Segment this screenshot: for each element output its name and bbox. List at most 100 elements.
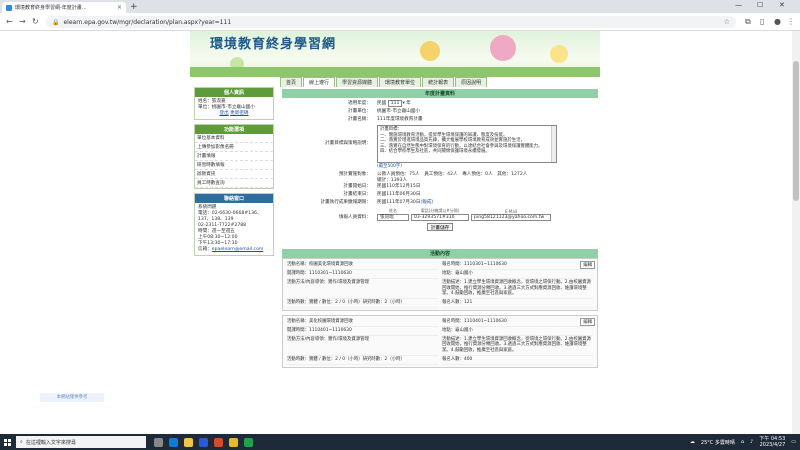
file-explorer-icon[interactable] (184, 437, 193, 447)
activities-header: 活動內容 (282, 249, 598, 258)
tab-reports[interactable]: 統計報表 (422, 77, 455, 87)
function-menu-box: 功能選項 單位基本資料 上傳參加影像名冊 計畫填報 研習時數填報 辦教資訊 員工… (194, 124, 274, 189)
taskbar-apps (154, 437, 253, 447)
menu-hours-report[interactable]: 研習時數填報 (195, 161, 273, 170)
deadline-label: 計畫執行成果繳報期限： (320, 200, 371, 205)
activity-card: 編輯 活動名稱：美化校園環境資源回收 報名時間：1110401~1110630 … (282, 314, 598, 368)
plan-name-value: 111年度環境教育計畫 (377, 117, 423, 122)
url-field[interactable]: 🔒 elearn.epa.gov.tw/mgr/declaration/plan… (46, 16, 736, 28)
task-view-icon[interactable] (154, 437, 163, 447)
tab-online[interactable]: 線上遵行 (303, 77, 336, 87)
forward-icon[interactable]: → (19, 17, 26, 26)
user-info-box: 個人資訊 姓名：張淑嘉 單位：桃園市-市立龜山國小 登出 更新密碼 (194, 87, 274, 120)
edge-icon[interactable] (169, 437, 178, 447)
close-window-icon[interactable]: ✕ (779, 1, 785, 9)
start-date-label: 計畫開始日： (343, 184, 371, 189)
year-select[interactable]: 111 (387, 100, 403, 107)
extensions-icon[interactable]: ⧉ (745, 17, 751, 27)
sidepanel-icon[interactable]: ▯ (760, 17, 764, 26)
expected-label: 預計實施對象： (338, 172, 371, 177)
activity-name: 活動名稱：美化校園環境資源回收 (287, 318, 438, 327)
save-plan-button[interactable]: 計畫儲存 (427, 223, 453, 231)
flower-decoration (550, 45, 568, 63)
flower-decoration (420, 41, 440, 61)
activity-desc: 活動描述：1.建立學生環境資源回收概念，從環境之環保行動。2.由校園資源回收開始… (442, 336, 593, 356)
notification-icon[interactable]: ▭ (791, 439, 796, 445)
start-button[interactable] (0, 434, 14, 450)
address-bar-row: ← → ↻ 🔒 elearn.epa.gov.tw/mgr/declaratio… (0, 13, 800, 31)
line-icon[interactable] (244, 437, 253, 447)
site-title: 環境教育終身學習網 (210, 37, 337, 52)
menu-upload-roster[interactable]: 上傳參加影像名冊 (195, 143, 273, 152)
activity-signup: 報名時間：1110301~1110630 (442, 261, 593, 270)
activity-period: 開課時間：1110401~1110630 (287, 327, 438, 336)
watermark-banner: 本網站僅供參考 (40, 393, 104, 402)
year-suffix: 年 (406, 101, 411, 106)
unit-value: 桃園市-市立龜山國小 (377, 109, 421, 114)
activity-place: 地點：龜山國小 (442, 270, 593, 279)
activity-desc: 活動描述：1.建立學生環境資源回收概念，從環境之環保行動。2.由校園資源回收開始… (442, 279, 593, 299)
contact-email-link[interactable]: epaelearn@email.com (212, 247, 264, 252)
volume-icon[interactable]: ♪ (750, 439, 753, 445)
word-icon[interactable] (199, 437, 208, 447)
weather-icon[interactable]: ☁ (690, 439, 695, 445)
taskbar-search-input[interactable]: ⌕ 在這裡輸入文字來搜尋 (16, 436, 146, 448)
contact-email-label: 信箱： (198, 247, 212, 252)
tab-explain[interactable]: 原因說明 (455, 77, 488, 87)
left-sidebar: 個人資訊 姓名：張淑嘉 單位：桃園市-市立龜山國小 登出 更新密碼 功能選項 單… (194, 87, 274, 260)
minimize-icon[interactable]: — (735, 1, 742, 9)
page-scrollbar[interactable] (792, 31, 800, 434)
menu-staff-hours[interactable]: 員工時數查詢 (195, 179, 273, 188)
plan-form-header: 年度計畫資料 (282, 89, 598, 98)
clock-date: 2023/4/27 (759, 442, 786, 448)
change-password-link[interactable]: 更新密碼 (230, 111, 248, 116)
profile-icon[interactable]: ● (774, 17, 781, 26)
reporter-phone-input[interactable]: 03-3293571#310 (411, 214, 469, 221)
lock-icon: 🔒 (52, 18, 60, 26)
menu-edu-info[interactable]: 辦教資訊 (195, 170, 273, 179)
menu-unit-info[interactable]: 單位基本資料 (195, 134, 273, 143)
edit-activity-button[interactable]: 編輯 (580, 261, 595, 269)
menu-plan-report[interactable]: 計畫填報 (195, 152, 273, 161)
activity-place: 地點：龜山國小 (442, 327, 593, 336)
maximize-icon[interactable]: ☐ (757, 1, 763, 9)
activity-count: 報名人數：121 (442, 299, 593, 308)
browser-tab[interactable]: 環境教育終身學習網-年度計畫… × (2, 2, 126, 13)
reload-icon[interactable]: ↻ (32, 17, 39, 26)
windows-taskbar: ⌕ 在這裡輸入文字來搜尋 ☁ 25°C 多雲時晴 ⌂ ♪ 下午 04:53 20… (0, 434, 800, 450)
reporter-name-input[interactable]: 張昂竑 (377, 214, 409, 221)
year-dropdown-icon[interactable]: ▾ (402, 101, 404, 106)
start-date-value: 民國110年12月15日 (377, 184, 421, 189)
site-favicon-icon (6, 4, 12, 11)
clock[interactable]: 下午 04:53 2023/4/27 (759, 436, 785, 448)
site-nav-tabs: 首頁 線上遵行 學習資源媒體 環境教育單位 統計報表 原因說明 (280, 77, 488, 87)
scrollbar-thumb[interactable] (793, 61, 799, 201)
activity-hours: 活動時數：實體 / 數位：2 / 0（小時）研究時數：2（小時） (287, 356, 438, 365)
menu-icon[interactable]: ⋮ (787, 17, 795, 26)
new-tab-icon[interactable]: + (130, 2, 138, 12)
chrome-icon[interactable] (229, 437, 238, 447)
logout-link[interactable]: 登出 (219, 111, 228, 116)
textarea-scrollbar[interactable] (551, 126, 556, 162)
close-tab-icon[interactable]: × (117, 4, 122, 11)
network-icon[interactable]: ⌂ (741, 439, 744, 445)
goal-char-limit: (最至500字) (377, 164, 402, 169)
edit-activity-button[interactable]: 編輯 (580, 317, 595, 326)
taskbar-search-placeholder: 在這裡輸入文字來搜尋 (25, 439, 76, 446)
powerpoint-icon[interactable] (214, 437, 223, 447)
url-text: elearn.epa.gov.tw/mgr/declaration/plan.a… (63, 18, 232, 26)
grass-decoration (190, 67, 600, 77)
year-label: 適用年度： (348, 101, 371, 106)
bookmark-star-icon[interactable]: ☆ (724, 18, 730, 26)
activity-count: 報名人數：400 (442, 356, 593, 365)
tab-resources[interactable]: 學習資源媒體 (336, 77, 379, 87)
tab-title: 環境教育終身學習網-年度計畫… (15, 5, 87, 11)
activities-section: 活動內容 編輯 活動名稱：校園美化環境資源回收 報名時間：1110301~111… (282, 249, 598, 368)
tab-units[interactable]: 環境教育單位 (379, 77, 422, 87)
back-icon[interactable]: ← (6, 17, 13, 26)
weather-text[interactable]: 25°C 多雲時晴 (701, 439, 735, 446)
tab-home[interactable]: 首頁 (280, 77, 303, 87)
goal-textarea[interactable]: 計畫目標： 一、實施環境教育活動，提昇學生環境保護的知識、態度及技能。 二、落實… (377, 125, 557, 163)
contact-header: 聯絡窗口 (195, 194, 273, 203)
reporter-email-input[interactable]: ping58121123@yahoo.com.tw (471, 214, 551, 221)
